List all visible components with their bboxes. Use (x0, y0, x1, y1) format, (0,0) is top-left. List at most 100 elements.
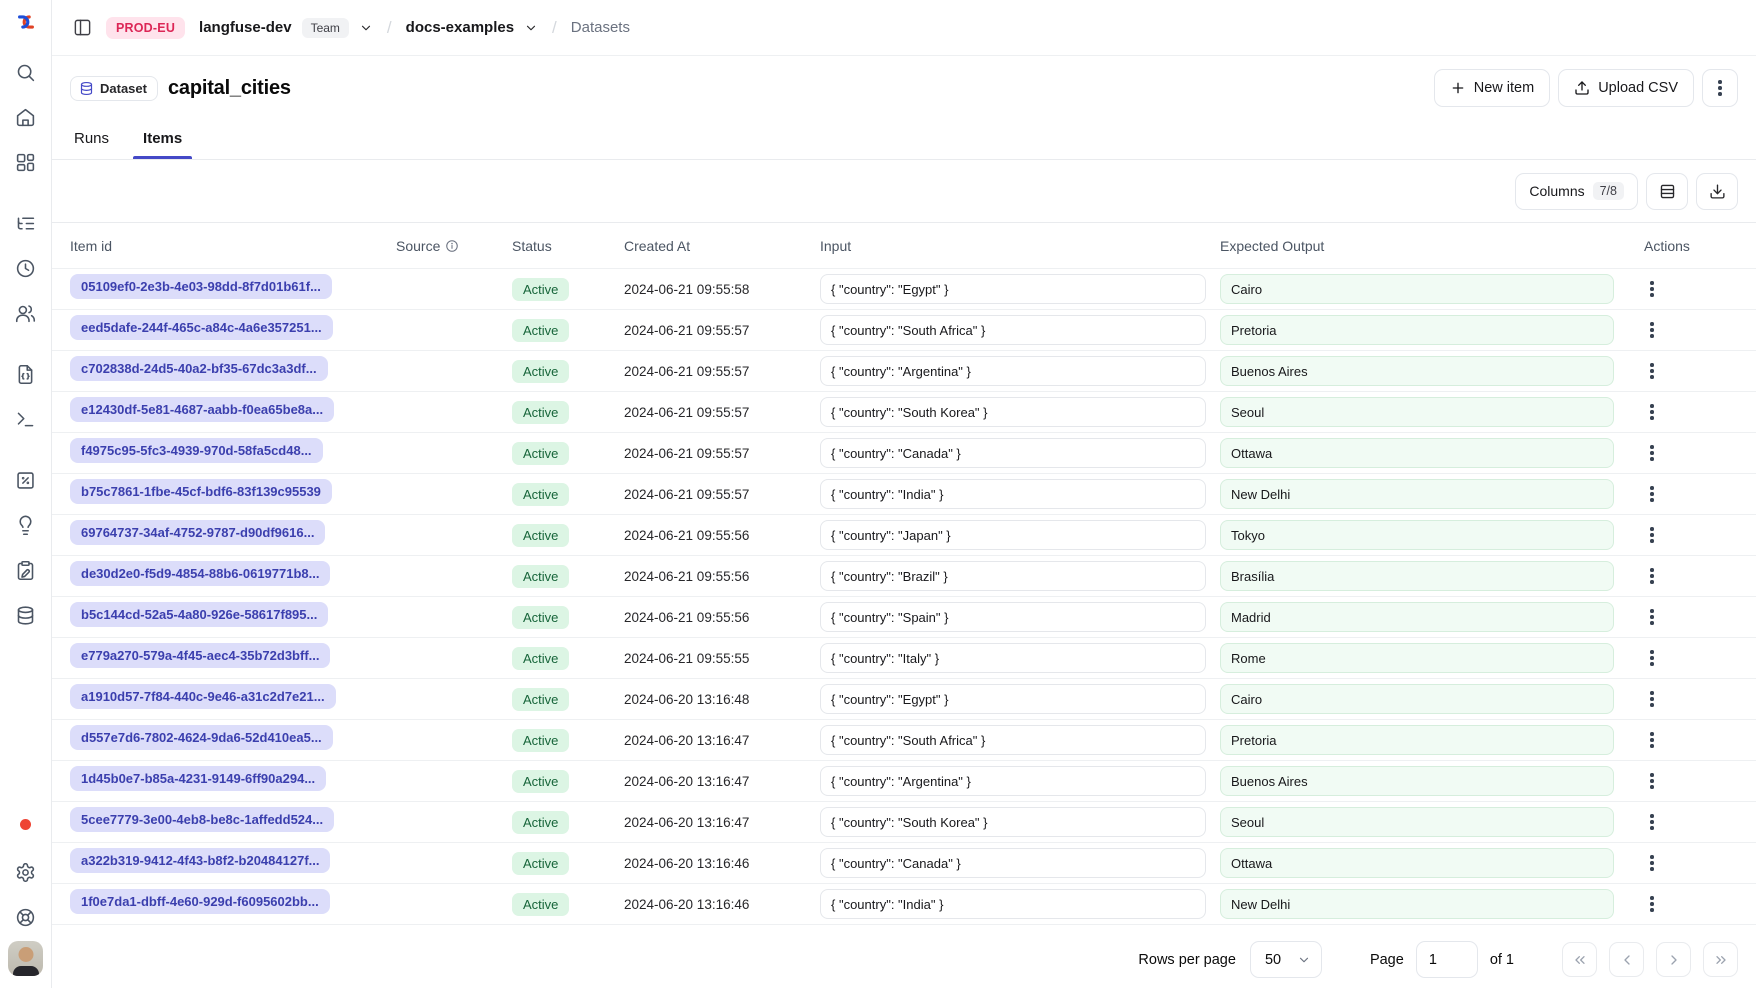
row-actions-button[interactable] (1638, 726, 1666, 754)
row-actions-button[interactable] (1638, 439, 1666, 467)
expected-output-cell[interactable]: New Delhi (1220, 889, 1614, 919)
last-page-button[interactable] (1703, 942, 1738, 977)
expected-output-cell[interactable]: Cairo (1220, 274, 1614, 304)
input-cell[interactable]: { "country": "Canada" } (820, 438, 1206, 468)
support-lifebuoy-icon[interactable] (14, 905, 38, 929)
row-actions-button[interactable] (1638, 398, 1666, 426)
input-cell[interactable]: { "country": "Spain" } (820, 602, 1206, 632)
item-id-link[interactable]: 1d45b0e7-b85a-4231-9149-6ff90a294... (70, 766, 326, 791)
expected-output-cell[interactable]: Ottawa (1220, 438, 1614, 468)
input-cell[interactable]: { "country": "South Africa" } (820, 315, 1206, 345)
first-page-button[interactable] (1562, 942, 1597, 977)
input-cell[interactable]: { "country": "South Africa" } (820, 725, 1206, 755)
input-cell[interactable]: { "country": "Egypt" } (820, 274, 1206, 304)
input-cell[interactable]: { "country": "Egypt" } (820, 684, 1206, 714)
home-icon[interactable] (14, 105, 38, 129)
input-cell[interactable]: { "country": "Italy" } (820, 643, 1206, 673)
sidebar-toggle-icon[interactable] (68, 14, 96, 42)
input-cell[interactable]: { "country": "Canada" } (820, 848, 1206, 878)
prompts-icon[interactable] (14, 362, 38, 386)
upload-csv-button[interactable]: Upload CSV (1558, 69, 1694, 107)
item-id-link[interactable]: e779a270-579a-4f45-aec4-35b72d3bff... (70, 643, 330, 668)
columns-button[interactable]: Columns 7/8 (1515, 173, 1638, 210)
expected-output-cell[interactable]: New Delhi (1220, 479, 1614, 509)
page-number-input[interactable] (1416, 941, 1478, 978)
item-id-link[interactable]: a1910d57-7f84-440c-9e46-a31c2d7e21... (70, 684, 336, 709)
row-actions-button[interactable] (1638, 808, 1666, 836)
row-actions-button[interactable] (1638, 685, 1666, 713)
input-cell[interactable]: { "country": "South Korea" } (820, 397, 1206, 427)
settings-gear-icon[interactable] (14, 860, 38, 884)
dashboard-icon[interactable] (14, 150, 38, 174)
previous-page-button[interactable] (1609, 942, 1644, 977)
chevron-down-icon[interactable] (524, 21, 538, 35)
playground-terminal-icon[interactable] (14, 407, 38, 431)
evaluation-icon[interactable] (14, 468, 38, 492)
info-icon[interactable] (445, 239, 459, 253)
item-id-link[interactable]: a322b319-9412-4f43-b8f2-b20484127f... (70, 848, 330, 873)
input-cell[interactable]: { "country": "India" } (820, 889, 1206, 919)
expected-output-cell[interactable]: Madrid (1220, 602, 1614, 632)
input-cell[interactable]: { "country": "Japan" } (820, 520, 1206, 550)
expected-output-cell[interactable]: Ottawa (1220, 848, 1614, 878)
expected-output-cell[interactable]: Seoul (1220, 807, 1614, 837)
expected-output-cell[interactable]: Cairo (1220, 684, 1614, 714)
item-id-link[interactable]: 5cee7779-3e00-4eb8-be8c-1affedd524... (70, 807, 334, 832)
rows-per-page-select[interactable]: 50 (1250, 941, 1322, 978)
row-actions-button[interactable] (1638, 275, 1666, 303)
row-actions-button[interactable] (1638, 480, 1666, 508)
row-actions-button[interactable] (1638, 849, 1666, 877)
row-actions-button[interactable] (1638, 767, 1666, 795)
row-actions-button[interactable] (1638, 521, 1666, 549)
export-button[interactable] (1696, 173, 1738, 210)
row-actions-button[interactable] (1638, 603, 1666, 631)
sessions-clock-icon[interactable] (14, 256, 38, 280)
expected-output-cell[interactable]: Buenos Aires (1220, 356, 1614, 386)
item-id-link[interactable]: e12430df-5e81-4687-aabb-f0ea65be8a... (70, 397, 334, 422)
expected-output-cell[interactable]: Brasília (1220, 561, 1614, 591)
input-cell[interactable]: { "country": "India" } (820, 479, 1206, 509)
breadcrumb-project[interactable]: docs-examples (406, 19, 514, 36)
annotation-clipboard-icon[interactable] (14, 558, 38, 582)
search-icon[interactable] (14, 60, 38, 84)
new-item-button[interactable]: New item (1434, 69, 1550, 107)
input-cell[interactable]: { "country": "Argentina" } (820, 356, 1206, 386)
tab-runs[interactable]: Runs (70, 120, 113, 159)
breadcrumb-section[interactable]: Datasets (571, 19, 630, 36)
row-actions-button[interactable] (1638, 890, 1666, 918)
breadcrumb-org[interactable]: langfuse-dev (199, 19, 292, 36)
row-actions-button[interactable] (1638, 316, 1666, 344)
row-actions-button[interactable] (1638, 644, 1666, 672)
item-id-link[interactable]: d557e7d6-7802-4624-9da6-52d410ea5... (70, 725, 333, 750)
item-id-link[interactable]: c702838d-24d5-40a2-bf35-67dc3a3df... (70, 356, 328, 381)
insights-lightbulb-icon[interactable] (14, 513, 38, 537)
user-avatar[interactable] (8, 941, 43, 976)
input-cell[interactable]: { "country": "Argentina" } (820, 766, 1206, 796)
more-options-button[interactable] (1702, 69, 1738, 107)
expected-output-cell[interactable]: Pretoria (1220, 315, 1614, 345)
item-id-link[interactable]: eed5dafe-244f-465c-a84c-4a6e357251... (70, 315, 333, 340)
item-id-link[interactable]: b5c144cd-52a5-4a80-926e-58617f895... (70, 602, 328, 627)
expected-output-cell[interactable]: Rome (1220, 643, 1614, 673)
input-cell[interactable]: { "country": "South Korea" } (820, 807, 1206, 837)
tab-items[interactable]: Items (139, 120, 186, 159)
expected-output-cell[interactable]: Tokyo (1220, 520, 1614, 550)
row-height-button[interactable] (1646, 173, 1688, 210)
expected-output-cell[interactable]: Buenos Aires (1220, 766, 1614, 796)
input-cell[interactable]: { "country": "Brazil" } (820, 561, 1206, 591)
item-id-link[interactable]: 05109ef0-2e3b-4e03-98dd-8f7d01b61f... (70, 274, 332, 299)
tracing-icon[interactable] (14, 211, 38, 235)
datasets-database-icon[interactable] (14, 603, 38, 627)
item-id-link[interactable]: b75c7861-1fbe-45cf-bdf6-83f139c95539 (70, 479, 332, 504)
next-page-button[interactable] (1656, 942, 1691, 977)
chevron-down-icon[interactable] (359, 21, 373, 35)
users-icon[interactable] (14, 301, 38, 325)
item-id-link[interactable]: 1f0e7da1-dbff-4e60-929d-f6095602bb... (70, 889, 330, 914)
expected-output-cell[interactable]: Seoul (1220, 397, 1614, 427)
row-actions-button[interactable] (1638, 357, 1666, 385)
expected-output-cell[interactable]: Pretoria (1220, 725, 1614, 755)
item-id-link[interactable]: 69764737-34af-4752-9787-d90df9616... (70, 520, 325, 545)
row-actions-button[interactable] (1638, 562, 1666, 590)
item-id-link[interactable]: f4975c95-5fc3-4939-970d-58fa5cd48... (70, 438, 323, 463)
item-id-link[interactable]: de30d2e0-f5d9-4854-88b6-0619771b8... (70, 561, 330, 586)
